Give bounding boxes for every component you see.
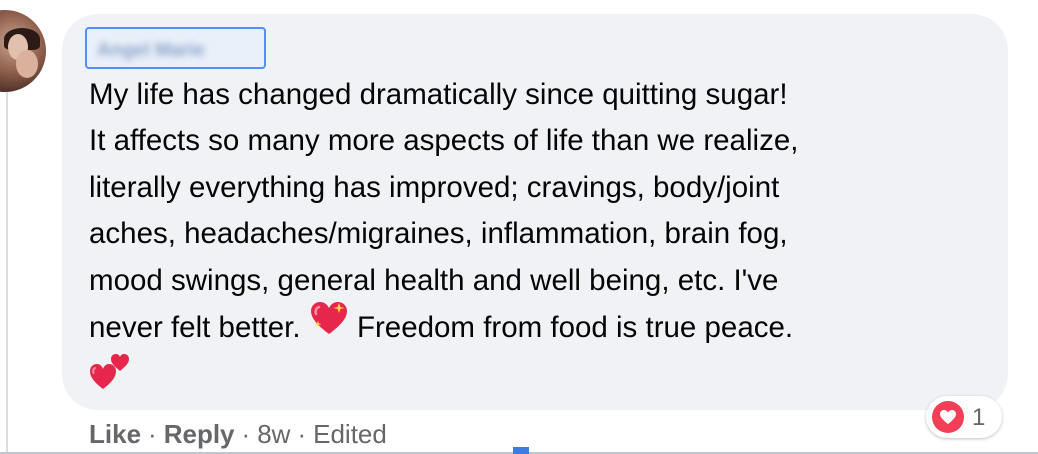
separator: · xyxy=(241,419,251,449)
separator: · xyxy=(297,419,307,449)
timestamp-link[interactable]: 8w xyxy=(257,419,290,449)
love-reaction-icon xyxy=(932,401,964,433)
edited-label[interactable]: Edited xyxy=(313,419,387,449)
comment-line-text: Freedom from food is true peace. xyxy=(356,311,794,345)
comment-line xyxy=(89,354,989,408)
author-name-link[interactable]: Angel Marie xyxy=(85,27,266,69)
like-button[interactable]: Like xyxy=(89,419,141,449)
comment-line: never felt better. Freedom from food is … xyxy=(89,301,989,354)
author-name: Angel Marie xyxy=(97,40,205,61)
scroll-indicator xyxy=(513,447,529,454)
comment-line: mood swings, general health and well bei… xyxy=(89,263,779,297)
reaction-count: 1 xyxy=(972,404,986,431)
comment-body: My life has changed dramatically since q… xyxy=(89,72,989,409)
avatar[interactable] xyxy=(0,10,46,92)
reaction-summary[interactable]: 1 xyxy=(926,396,1002,438)
comment-line: My life has changed dramatically since q… xyxy=(89,78,788,111)
sparkling-heart-icon xyxy=(309,301,349,351)
two-hearts-icon xyxy=(89,351,131,405)
comment-line: It affects so many more aspects of life … xyxy=(89,124,799,158)
thread-line xyxy=(6,92,8,454)
comment-line-text: never felt better. xyxy=(89,311,301,345)
avatar-face xyxy=(16,50,38,78)
separator: · xyxy=(148,419,157,449)
comment-line: aches, headaches/migraines, inflammation… xyxy=(89,217,788,251)
comment-actions: Like · Reply · 8w · Edited xyxy=(89,419,387,450)
reply-button[interactable]: Reply xyxy=(164,419,235,449)
comment-line: literally everything has improved; cravi… xyxy=(89,170,780,204)
